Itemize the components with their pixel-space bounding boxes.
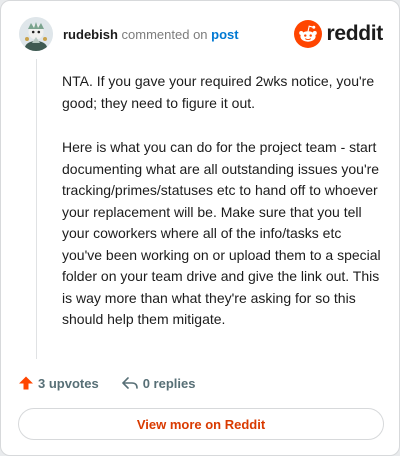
comment-paragraph: NTA. If you gave your required 2wks noti…: [62, 73, 375, 111]
thread-line: [36, 59, 37, 359]
reddit-brand[interactable]: reddit: [294, 19, 383, 49]
upvotes-count: 3 upvotes: [38, 375, 99, 391]
username-link[interactable]: rudebish: [63, 27, 118, 42]
replies-count: 0 replies: [142, 375, 196, 391]
comment-body: NTA. If you gave your required 2wks noti…: [62, 71, 384, 354]
comment-footer: 3 upvotes 0 replies: [18, 373, 195, 393]
comment-embed-card: rudebish commented on post reddit NTA. I…: [0, 0, 400, 456]
action-text: commented on: [121, 27, 208, 42]
upvotes-stat[interactable]: 3 upvotes: [18, 375, 99, 391]
upvote-arrow-icon: [19, 376, 33, 390]
reddit-wordmark: reddit: [326, 22, 383, 45]
comment-header: rudebish commented on post reddit: [19, 17, 383, 51]
comment-byline: rudebish commented on post: [63, 27, 239, 43]
reddit-snoo-icon: [294, 20, 323, 48]
post-link[interactable]: post: [211, 27, 238, 42]
user-avatar[interactable]: [19, 17, 53, 51]
reply-arrow-icon: [121, 377, 138, 389]
comment-paragraph: Here is what you can do for the project …: [62, 139, 381, 327]
replies-stat[interactable]: 0 replies: [121, 375, 196, 391]
view-more-button[interactable]: View more on Reddit: [18, 408, 384, 440]
